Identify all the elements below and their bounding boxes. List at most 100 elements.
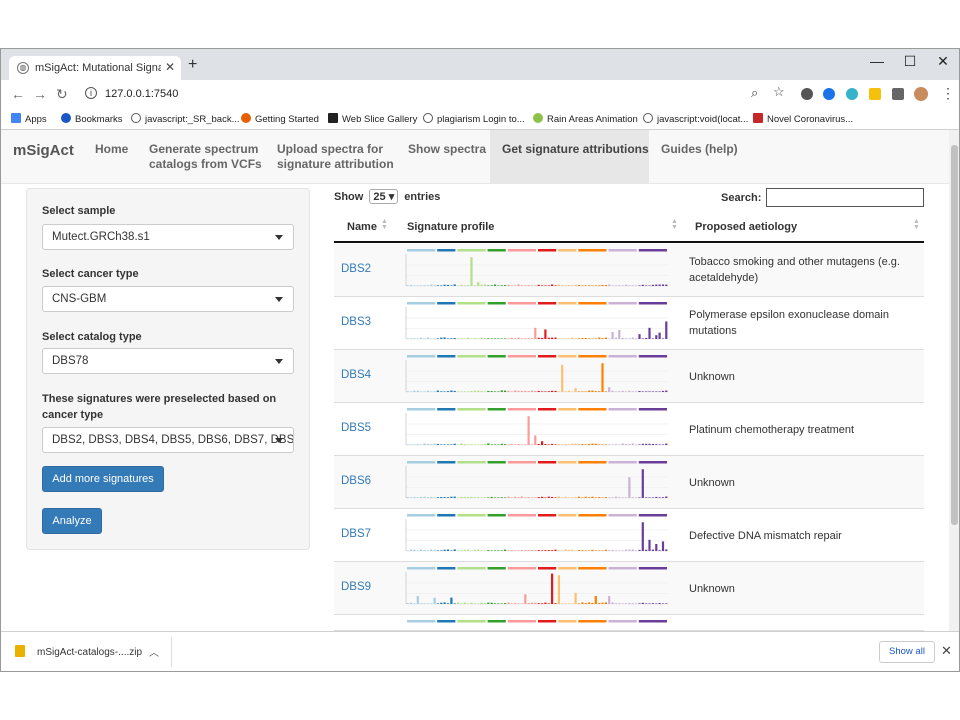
signature-link[interactable]: DBS2 [341,263,371,275]
profile-bar [635,285,638,286]
profile-bar [457,285,460,286]
nav-home[interactable]: Home [83,130,137,184]
menu-dots-icon[interactable]: ⋮ [941,85,955,102]
close-window-button[interactable]: ✕ [933,53,953,70]
nav-generate-spectrum[interactable]: Generate spectrum catalogs from VCFs [137,130,265,184]
download-filename[interactable]: mSigAct-catalogs-....zip [37,647,142,658]
profile-bar [554,337,557,339]
reload-icon[interactable]: ↻ [56,86,68,103]
profile-bar [655,284,658,286]
profile-group-strip [407,302,436,305]
search-input[interactable] [766,188,924,207]
chevron-up-icon[interactable]: ︿ [149,644,159,659]
bookmark-sr-back[interactable]: javascript:_SR_back... [131,113,240,125]
zoom-icon[interactable]: ⌕ [751,85,758,101]
signature-link[interactable]: DBS3 [341,316,371,328]
bookmark-star-icon[interactable]: ☆ [773,84,785,100]
back-arrow-icon[interactable]: ← [11,86,25,102]
column-header-name[interactable]: Name [347,221,377,233]
close-icon[interactable]: ✕ [941,643,952,659]
profile-bar [567,390,570,392]
profile-bar [574,388,577,392]
profile-group-strip [578,620,607,623]
preselected-label: These signatures were preselected based … [42,393,277,421]
bookmark-bookmarks[interactable]: Bookmarks [61,113,123,125]
analyze-button[interactable]: Analyze [42,508,102,534]
profile-bar [648,539,651,551]
sort-icon[interactable]: ▲ ▼ [381,218,388,231]
cancer-type-select[interactable]: CNS-GBM [42,286,294,312]
profile-bar [561,550,564,551]
extension-icon[interactable] [801,88,813,100]
entries-select[interactable]: 25 ▾ [369,189,399,204]
extension-icon[interactable] [823,88,835,100]
download-bar: mSigAct-catalogs-....zip ︿ Show all ✕ [1,631,959,671]
app-brand[interactable]: mSigAct [13,142,74,159]
nav-show-spectra[interactable]: Show spectra [396,130,490,184]
signature-link[interactable]: DBS9 [341,581,371,593]
profile-bar [534,497,537,498]
column-header-aetiology[interactable]: Proposed aetiology [695,221,797,233]
table-row: DBS3 Polymerase epsilon exonuclease doma… [334,297,924,350]
profile-bar [530,602,534,604]
profile-group-strip [578,461,607,464]
profile-bar [470,338,473,339]
extension-icon[interactable] [846,88,858,100]
preselected-signatures-select[interactable]: DBS2, DBS3, DBS4, DBS5, DBS6, DBS7, DBS9 [42,427,294,453]
info-icon[interactable]: i [85,87,97,99]
signature-link[interactable]: DBS5 [341,422,371,434]
profile-bar [460,338,463,339]
profile-bar [665,496,668,498]
avatar[interactable] [914,87,928,101]
sample-select[interactable]: Mutect.GRCh38.s1 [42,224,294,250]
profile-bar [601,444,604,445]
column-header-signature-profile[interactable]: Signature profile [407,221,494,233]
bookmark-rain-areas[interactable]: Rain Areas Animation [533,113,638,125]
nav-guides[interactable]: Guides (help) [649,130,741,184]
maximize-button[interactable]: ☐ [900,53,920,70]
signature-link[interactable]: DBS6 [341,475,371,487]
profile-group-strip [558,620,577,623]
bookmark-getting-started[interactable]: Getting Started [241,113,319,125]
profile-bar [567,285,570,286]
bookmark-javascript-void[interactable]: javascript:void(locat... [643,113,748,125]
profile-bar [517,444,520,445]
sort-icon[interactable]: ▲ ▼ [913,218,920,231]
url-field[interactable]: i 127.0.0.1:7540 [79,83,779,105]
profile-group-strip [538,620,557,623]
catalog-type-select[interactable]: DBS78 [42,348,294,374]
sort-icon[interactable]: ▲ ▼ [671,218,678,231]
profile-bar [638,603,641,604]
scrollbar-thumb[interactable] [951,145,958,525]
bookmark-coronavirus[interactable]: Novel Coronavirus... [753,113,853,125]
profile-bar [460,391,463,392]
show-all-button[interactable]: Show all [879,641,935,663]
profile-bar [453,603,456,604]
profile-bar [520,444,523,445]
extension-icon[interactable] [869,88,881,100]
puzzle-icon[interactable] [892,88,904,100]
profile-bar [534,327,537,339]
profile-bar [504,338,507,339]
profile-bar [510,285,513,286]
add-more-signatures-button[interactable]: Add more signatures [42,466,164,492]
signature-link[interactable]: DBS4 [341,369,371,381]
nav-get-signature-attributions[interactable]: Get signature attributions [490,130,649,184]
bookmark-web-slice[interactable]: Web Slice Gallery [328,113,417,125]
new-tab-icon[interactable]: + [188,56,197,74]
profile-bar [430,338,433,339]
profile-bar [527,550,530,551]
profile-bar [443,549,446,551]
minimize-button[interactable]: — [867,53,887,69]
signature-link[interactable]: DBS7 [341,528,371,540]
profile-bar [648,285,651,286]
bookmark-plagiarism[interactable]: plagiarism Login to... [423,113,525,125]
browser-tab[interactable]: ◍ mSigAct: Mutational Signature A ✕ [9,56,181,80]
close-tab-icon[interactable]: ✕ [165,60,175,74]
bookmark-apps[interactable]: Apps [11,113,47,125]
profile-group-strip [558,461,577,464]
profile-bar [571,285,574,286]
profile-group-strip [638,408,667,411]
nav-upload-spectra[interactable]: Upload spectra for signature attribution [265,130,396,184]
forward-arrow-icon[interactable]: → [33,86,47,102]
